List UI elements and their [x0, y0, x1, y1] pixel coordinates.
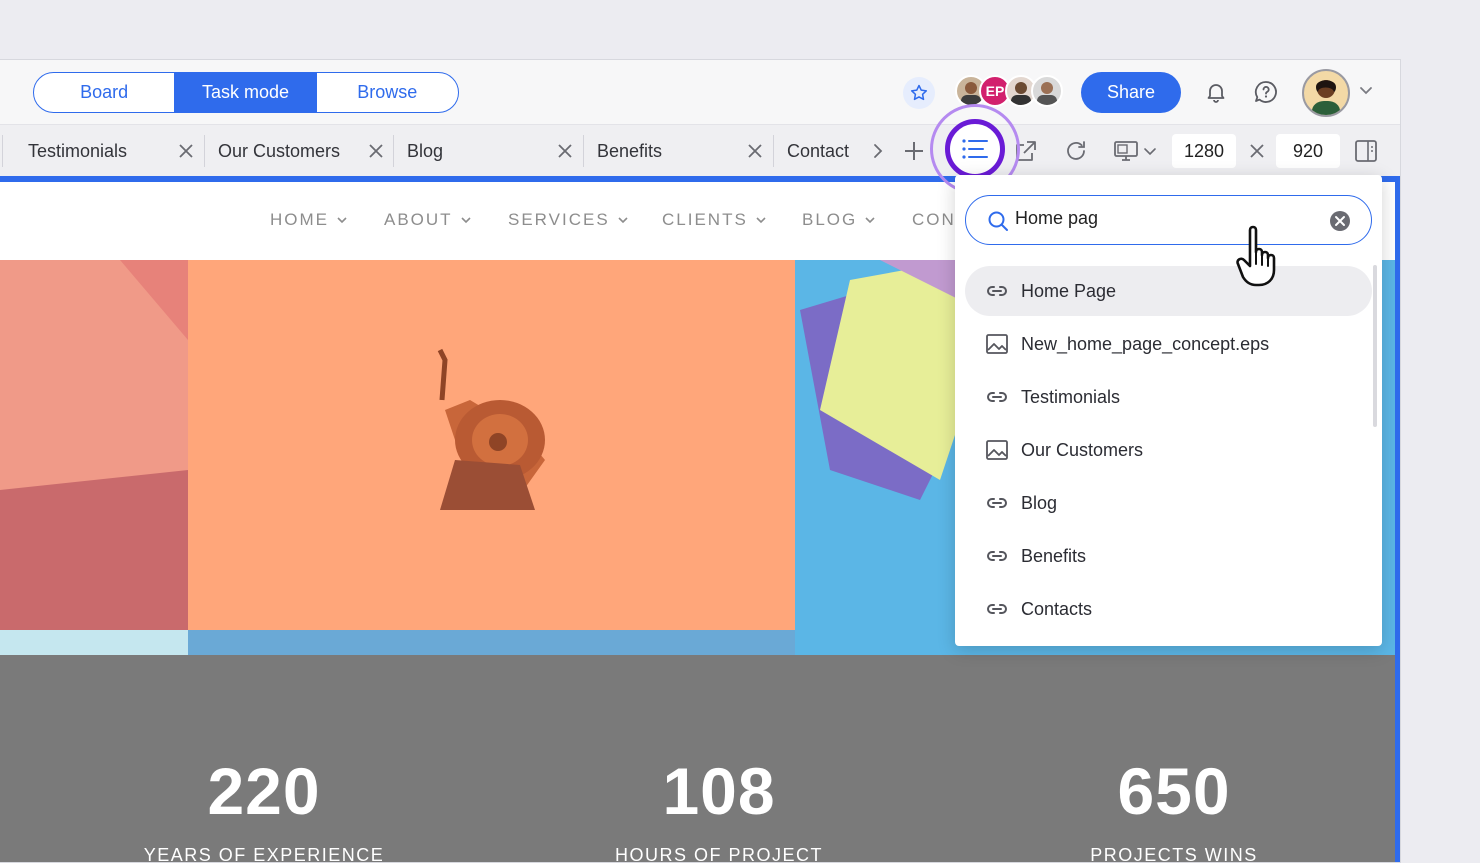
result-label: Home Page: [1021, 281, 1117, 301]
link-icon: [987, 604, 1007, 614]
result-label: Contacts: [1021, 599, 1093, 619]
tab-divider: [583, 135, 584, 167]
stat-projects: 650 PROJECTS WINS: [1024, 754, 1324, 863]
search-result-blog[interactable]: Blog: [965, 478, 1372, 528]
page-search-popup: Home Page New_home_page_concept.eps Test…: [955, 175, 1382, 646]
user-avatar[interactable]: [1302, 69, 1350, 117]
tab-our-customers[interactable]: Our Customers: [218, 125, 388, 177]
result-label: Testimonials: [1021, 387, 1121, 407]
tab-contact[interactable]: Contact: [787, 125, 867, 177]
plus-icon[interactable]: [898, 135, 930, 167]
search-result-testimonials[interactable]: Testimonials: [965, 372, 1372, 422]
search-result-home-page[interactable]: Home Page: [965, 266, 1372, 316]
viewport-border: [1395, 176, 1400, 862]
viewport-height-input[interactable]: 920: [1276, 134, 1340, 168]
tab-divider: [2, 135, 3, 167]
search-icon: [988, 211, 1008, 231]
top-bar: Board Task mode Browse EP Share: [0, 60, 1400, 124]
clear-icon[interactable]: [1329, 210, 1351, 232]
search-result-our-customers[interactable]: Our Customers: [965, 425, 1372, 475]
image-icon: [986, 334, 1008, 354]
search-result-contacts[interactable]: Contacts: [965, 584, 1372, 634]
chevron-right-icon[interactable]: [862, 135, 894, 167]
share-button[interactable]: Share: [1081, 72, 1181, 113]
search-result-benefits[interactable]: Benefits: [965, 531, 1372, 581]
link-icon: [987, 392, 1007, 402]
tab-label: Blog: [407, 140, 444, 161]
chevron-down-icon[interactable]: [1358, 82, 1374, 103]
mode-switcher: Board Task mode Browse: [33, 72, 459, 113]
search-box[interactable]: [965, 195, 1372, 245]
stat-value: 650: [1117, 754, 1231, 828]
close-icon[interactable]: [745, 141, 765, 161]
refresh-icon[interactable]: [1060, 135, 1092, 167]
close-icon[interactable]: [366, 141, 386, 161]
page-list-button[interactable]: [945, 119, 1005, 179]
stat-value: 220: [207, 754, 321, 828]
tab-label: Contact: [787, 140, 850, 161]
image-icon: [986, 440, 1008, 460]
mode-task-button[interactable]: Task mode: [175, 73, 317, 112]
link-icon: [987, 551, 1007, 561]
hand-pointer-icon: [1232, 222, 1290, 293]
tab-label: Benefits: [597, 140, 663, 161]
link-icon: [987, 498, 1007, 508]
star-icon[interactable]: [903, 77, 935, 109]
mode-board-button[interactable]: Board: [34, 73, 176, 112]
tab-label: Testimonials: [28, 140, 128, 161]
desktop-icon[interactable]: [1110, 135, 1142, 167]
tab-bar: Testimonials Our Customers Blog Benefits…: [0, 124, 1400, 176]
list-icon: [962, 139, 988, 159]
times-icon: [1241, 135, 1273, 167]
stats-section: 220 YEARS OF EXPERIENCE 108 HOURS OF PRO…: [0, 655, 1395, 863]
result-label: Our Customers: [1021, 440, 1144, 460]
nav-item-about[interactable]: ABOUT: [384, 210, 471, 230]
viewport-width-input[interactable]: 1280: [1172, 134, 1236, 168]
scrollbar[interactable]: [1373, 265, 1377, 427]
close-icon[interactable]: [176, 141, 196, 161]
tab-label: Our Customers: [218, 140, 341, 161]
result-label: New_home_page_concept.eps: [1021, 334, 1270, 354]
search-result-new-home-page-concept[interactable]: New_home_page_concept.eps: [965, 319, 1372, 369]
stat-label: YEARS OF EXPERIENCE: [143, 845, 385, 863]
tab-divider: [773, 135, 774, 167]
stat-hours: 108 HOURS OF PROJECT: [569, 754, 869, 863]
chevron-down-icon[interactable]: [1140, 135, 1160, 167]
bell-icon[interactable]: [1200, 76, 1232, 108]
stat-label: HOURS OF PROJECT: [614, 845, 823, 863]
nav-item-clients[interactable]: CLIENTS: [662, 210, 766, 230]
link-icon: [987, 286, 1007, 296]
help-icon[interactable]: [1250, 76, 1282, 108]
stat-years: 220 YEARS OF EXPERIENCE: [114, 754, 414, 863]
nav-item-home[interactable]: HOME: [270, 210, 347, 230]
nav-item-services[interactable]: SERVICES: [508, 210, 628, 230]
stat-label: PROJECTS WINS: [1090, 845, 1258, 863]
tab-divider: [393, 135, 394, 167]
tab-testimonials[interactable]: Testimonials: [28, 125, 198, 177]
tab-benefits[interactable]: Benefits: [597, 125, 767, 177]
tab-blog[interactable]: Blog: [407, 125, 577, 177]
close-icon[interactable]: [555, 141, 575, 161]
result-label: Blog: [1021, 493, 1058, 513]
mode-browse-button[interactable]: Browse: [317, 73, 458, 112]
result-label: Benefits: [1021, 546, 1087, 566]
stat-value: 108: [662, 754, 776, 828]
collaborator-avatar[interactable]: [1031, 75, 1063, 107]
rotate-device-icon[interactable]: [1350, 135, 1382, 167]
nav-item-blog[interactable]: BLOG: [802, 210, 875, 230]
tab-divider: [204, 135, 205, 167]
nav-item-contact[interactable]: CON: [912, 210, 956, 230]
